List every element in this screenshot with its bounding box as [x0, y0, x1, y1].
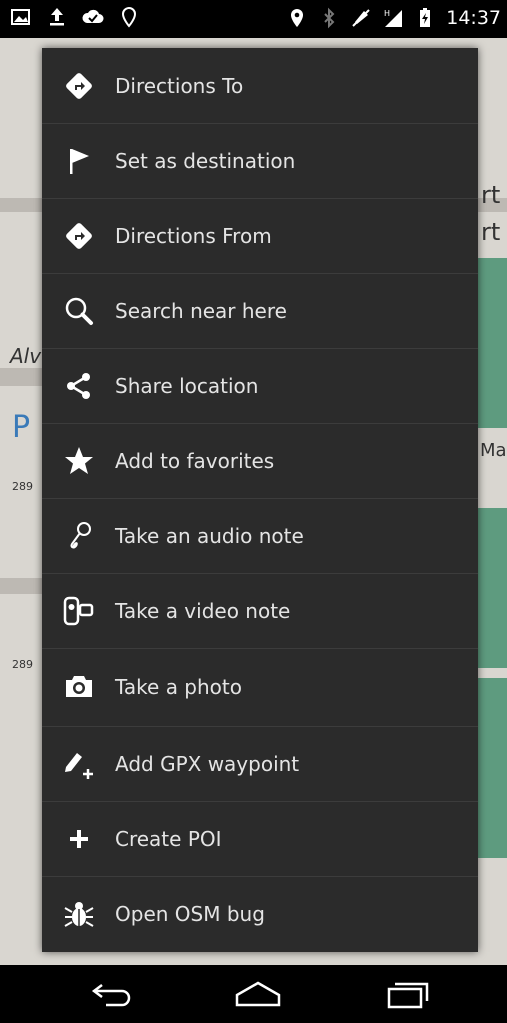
video-camera-icon — [62, 594, 96, 628]
menu-item-share-location[interactable]: Share location — [42, 348, 478, 424]
menu-item-label: Create POI — [115, 826, 222, 851]
bluetooth-icon — [318, 7, 340, 29]
directions-diamond-icon — [62, 219, 96, 253]
map-label: P — [12, 410, 31, 445]
microphone-icon — [62, 519, 96, 553]
screen: H 14:37 rt rt Alv Mas P 289 289 Directio… — [0, 0, 507, 1023]
waypoint-pencil-icon — [62, 747, 96, 781]
cloud-check-icon — [82, 6, 104, 28]
navigation-bar — [0, 965, 507, 1023]
location-pin-outline-icon — [118, 6, 140, 28]
status-bar: H 14:37 — [0, 0, 507, 38]
menu-item-directions-from[interactable]: Directions From — [42, 198, 478, 274]
signal-icon: H — [382, 7, 404, 29]
upload-icon — [46, 6, 68, 28]
status-bar-left-icons — [10, 6, 140, 28]
location-pin-icon — [286, 7, 308, 29]
camera-icon — [62, 670, 96, 704]
directions-diamond-icon — [62, 69, 96, 103]
map-label: rt — [481, 218, 501, 246]
flag-icon — [62, 144, 96, 178]
map-green-area — [478, 258, 507, 428]
svg-text:H: H — [384, 9, 390, 18]
menu-item-label: Take a photo — [115, 675, 242, 699]
menu-item-label: Share location — [115, 373, 259, 398]
menu-item-label: Open OSM bug — [115, 901, 265, 926]
menu-item-add-gpx-waypoint[interactable]: Add GPX waypoint — [42, 726, 478, 802]
menu-item-take-audio-note[interactable]: Take an audio note — [42, 498, 478, 574]
menu-item-label: Take an audio note — [115, 523, 304, 548]
star-icon — [62, 444, 96, 478]
image-icon — [10, 6, 32, 28]
map-green-area — [478, 508, 507, 668]
menu-item-create-poi[interactable]: Create POI — [42, 801, 478, 877]
map-label: 289 — [12, 480, 33, 493]
menu-item-take-video-note[interactable]: Take a video note — [42, 573, 478, 649]
map-label: Alv — [10, 344, 42, 368]
menu-item-label: Search near here — [115, 298, 287, 323]
search-icon — [62, 294, 96, 328]
menu-item-add-to-favorites[interactable]: Add to favorites — [42, 423, 478, 499]
menu-item-label: Take a video note — [115, 598, 291, 623]
menu-item-label: Add to favorites — [115, 448, 275, 473]
menu-item-label: Add GPX waypoint — [115, 751, 300, 776]
menu-item-open-osm-bug[interactable]: Open OSM bug — [42, 876, 478, 951]
map-label: rt — [481, 181, 501, 209]
menu-item-directions-to[interactable]: Directions To — [42, 48, 478, 124]
menu-item-label: Set as destination — [115, 148, 296, 173]
menu-item-take-photo[interactable]: Take a photo — [42, 648, 478, 727]
battery-icon — [414, 7, 436, 29]
bug-icon — [62, 897, 96, 931]
home-icon[interactable] — [233, 977, 283, 1011]
status-bar-right-icons: H 14:37 — [286, 6, 501, 30]
map-label: 289 — [12, 658, 33, 671]
context-menu: Directions To Set as destination Directi… — [42, 48, 478, 952]
status-time: 14:37 — [446, 7, 501, 29]
map-label: Mas — [480, 440, 507, 461]
recent-apps-icon[interactable] — [385, 977, 435, 1011]
menu-item-set-as-destination[interactable]: Set as destination — [42, 123, 478, 199]
map-green-area — [478, 678, 507, 858]
menu-item-label: Directions From — [115, 223, 272, 248]
muted-icon — [350, 7, 372, 29]
plus-icon — [62, 822, 96, 856]
menu-item-search-near-here[interactable]: Search near here — [42, 273, 478, 349]
menu-item-label: Directions To — [115, 73, 244, 98]
share-icon — [62, 369, 96, 403]
back-icon[interactable] — [88, 977, 138, 1011]
